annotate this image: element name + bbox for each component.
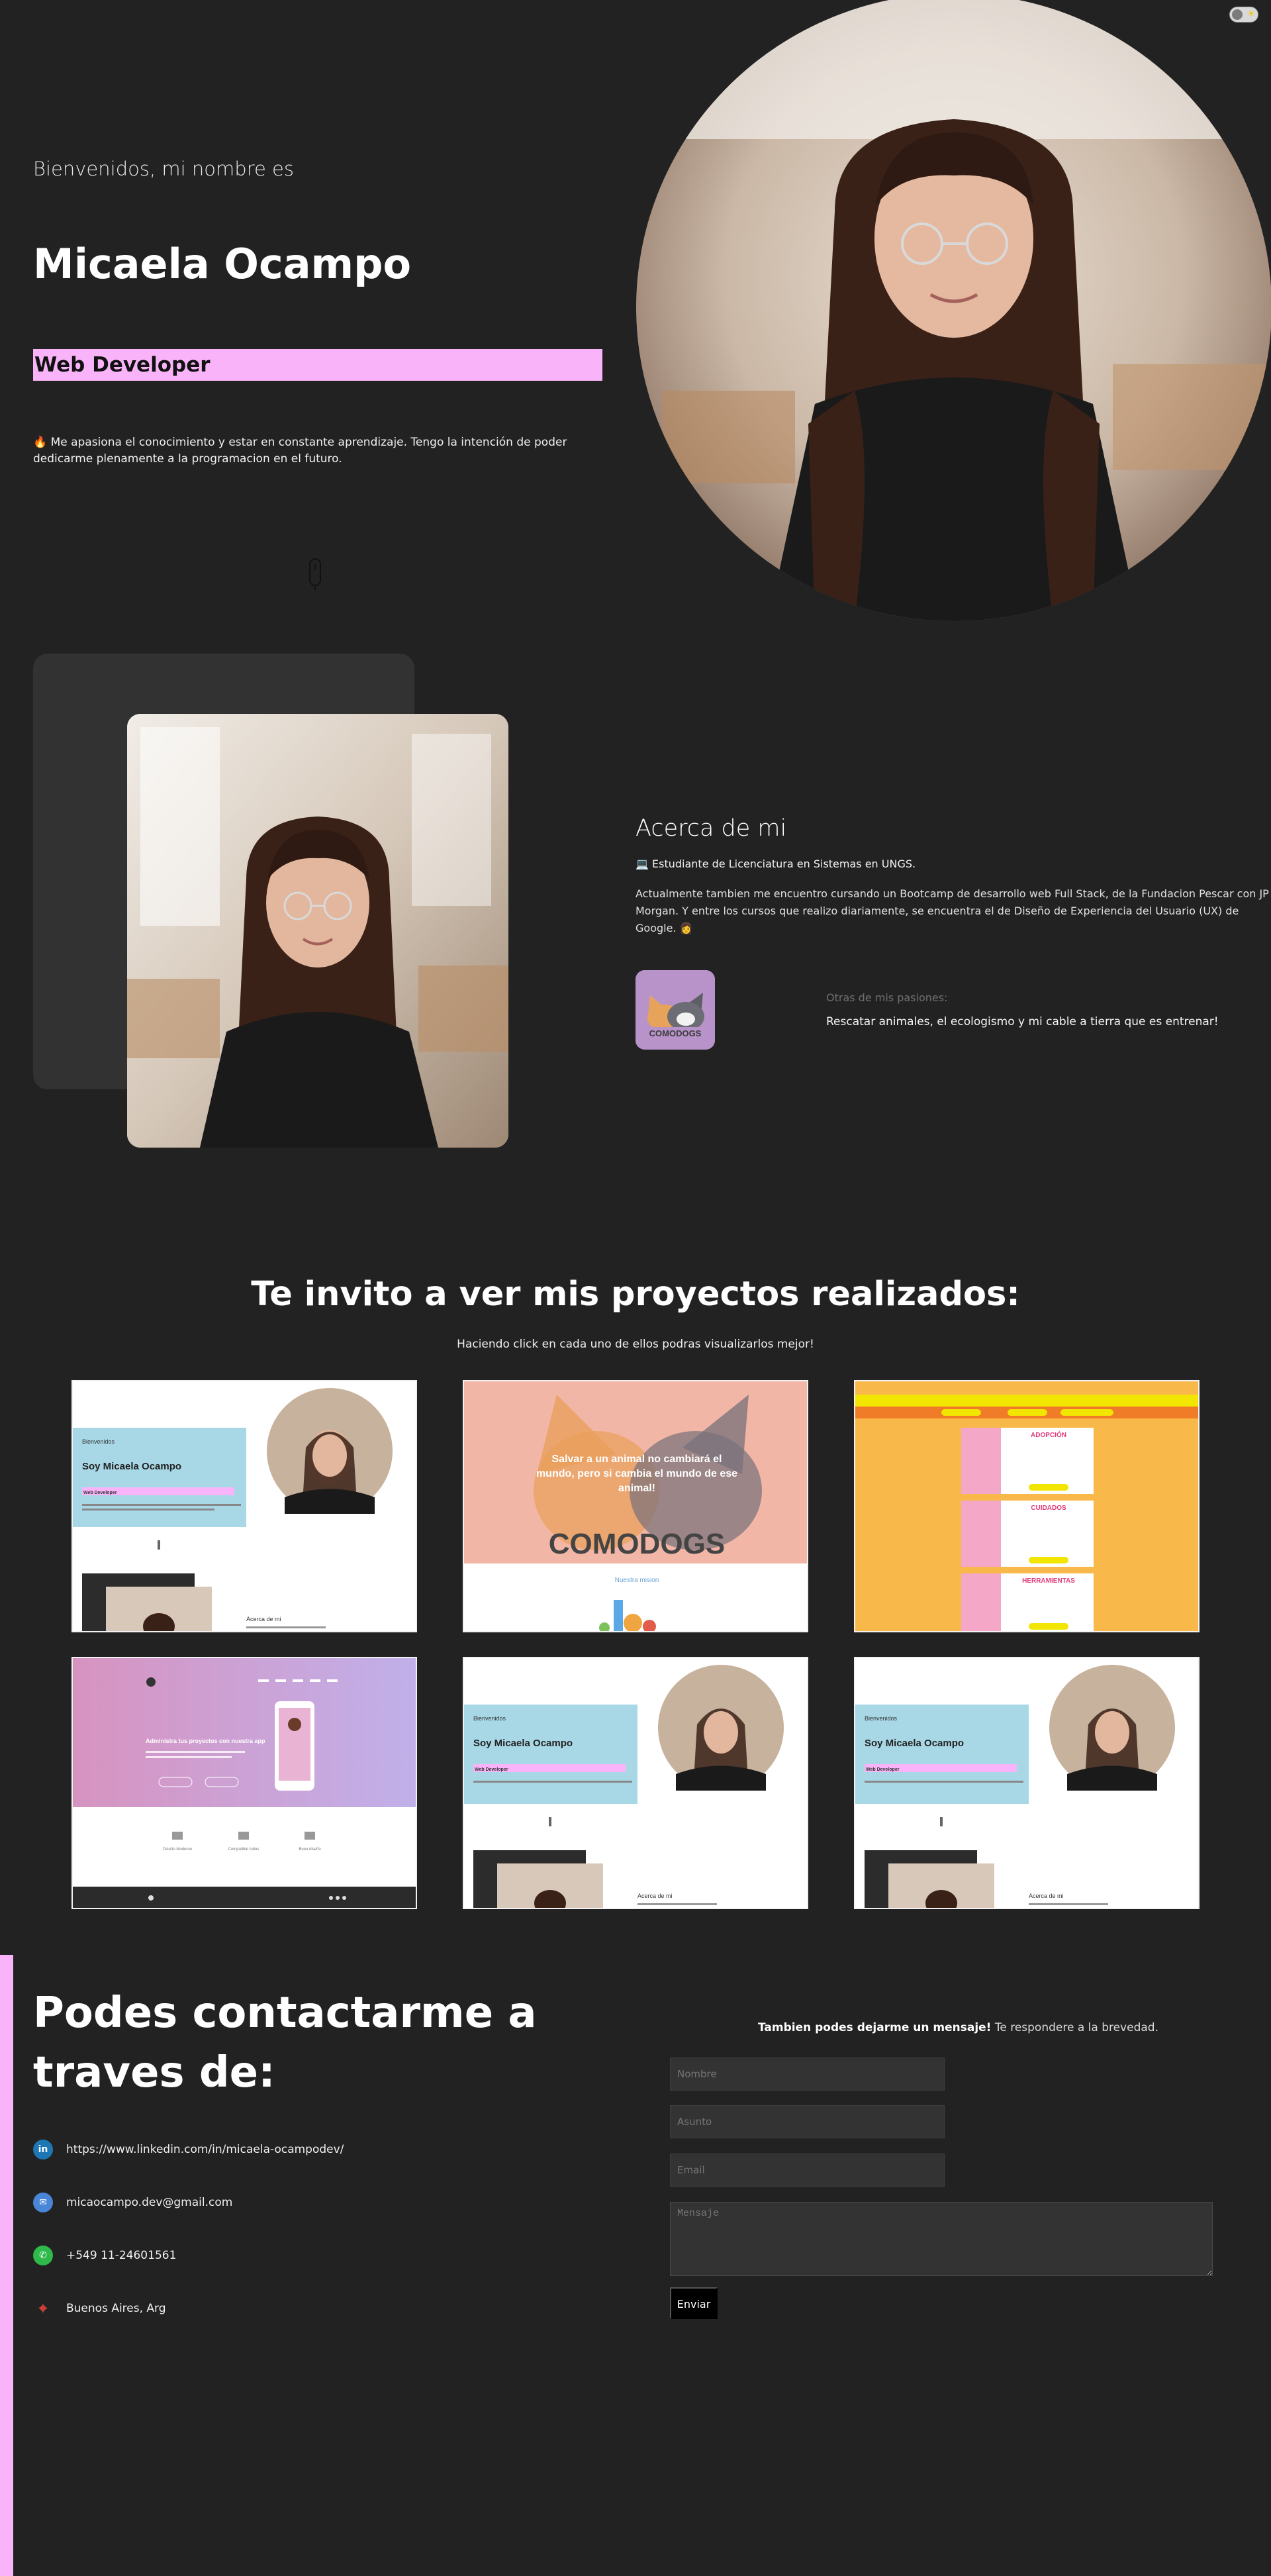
project-card-adoption[interactable]: ADOPCIÓN CUIDADOS HERRAMIENTAS (854, 1380, 1200, 1632)
email-input[interactable] (670, 2154, 945, 2187)
comodogs-logo: COMODOGS (636, 970, 715, 1050)
svg-text:Nuestra mision: Nuestra mision (615, 1577, 659, 1584)
form-note-bold: Tambien podes dejarme un mensaje! (758, 2021, 992, 2034)
scroll-mouse-icon[interactable] (308, 558, 322, 591)
svg-text:Salvar a un animal no cambiará: Salvar a un animal no cambiará el (552, 1454, 722, 1465)
svg-text:Soy Micaela Ocampo: Soy Micaela Ocampo (82, 1461, 181, 1472)
contact-linkedin-text: https://www.linkedin.com/in/micaela-ocam… (66, 2143, 344, 2156)
sun-icon: ☀ (1247, 9, 1255, 19)
contact-location-text: Buenos Aires, Arg (66, 2302, 166, 2315)
svg-text:HERRAMIENTAS: HERRAMIENTAS (1022, 1577, 1075, 1585)
projects-title: Te invito a ver mis proyectos realizados… (251, 1275, 1020, 1314)
project-card-app[interactable]: Administra tus proyectos con nuestra app… (71, 1657, 417, 1909)
message-textarea[interactable] (670, 2202, 1213, 2276)
project-card-portfolio-1[interactable]: Bienvenidos Soy Micaela Ocampo Web Devel… (71, 1380, 417, 1632)
svg-text:Bienvenidos: Bienvenidos (473, 1715, 506, 1722)
svg-text:Acerca de mi: Acerca de mi (246, 1616, 281, 1622)
toggle-knob (1232, 9, 1243, 20)
contact-whatsapp-text: +549 11-24601561 (66, 2249, 177, 2262)
about-title: Acerca de mi (636, 815, 787, 842)
passions-text: Rescatar animales, el ecologismo y mi ca… (826, 1015, 1219, 1028)
svg-text:Acerca de mi: Acerca de mi (637, 1893, 673, 1899)
svg-text:Web Developer: Web Developer (866, 1767, 900, 1772)
hero-profile-photo (636, 0, 1271, 621)
svg-text:animal!: animal! (618, 1483, 655, 1494)
svg-text:Web Developer: Web Developer (475, 1767, 508, 1772)
whatsapp-icon: ✆ (33, 2246, 53, 2265)
contact-email[interactable]: ✉ micaocampo.dev@gmail.com (33, 2193, 232, 2212)
project-card-portfolio-2[interactable]: Bienvenidos Soy Micaela Ocampo Web Devel… (463, 1657, 808, 1909)
contact-whatsapp[interactable]: ✆ +549 11-24601561 (33, 2246, 176, 2265)
subject-input[interactable] (670, 2105, 945, 2138)
about-education: 💻 Estudiante de Licenciatura en Sistemas… (636, 858, 916, 870)
svg-text:Administra tus proyectos con n: Administra tus proyectos con nuestra app (146, 1738, 265, 1744)
hero-greeting: Bienvenidos, mi nombre es (33, 158, 295, 180)
theme-toggle[interactable]: ☀ (1229, 7, 1258, 23)
hero-role-banner: Web Developer (33, 349, 602, 381)
svg-text:mundo, pero si cambia el mundo: mundo, pero si cambia el mundo de ese (536, 1468, 737, 1479)
svg-text:Acerca de mi: Acerca de mi (1029, 1893, 1064, 1899)
svg-text:COMODOGS: COMODOGS (549, 1528, 725, 1560)
project-card-portfolio-3[interactable]: Bienvenidos Soy Micaela Ocampo Web Devel… (854, 1657, 1200, 1909)
svg-text:Compatible todos: Compatible todos (228, 1848, 259, 1852)
comodogs-logo-text: COMODOGS (649, 1028, 702, 1038)
svg-text:ADOPCIÓN: ADOPCIÓN (1031, 1430, 1066, 1439)
contact-title: Podes contactarme a traves de: (33, 1989, 537, 2097)
project-card-comodogs[interactable]: Salvar a un animal no cambiará el mundo,… (463, 1380, 808, 1632)
svg-text:Web Developer: Web Developer (83, 1491, 117, 1495)
contact-accent-bar (0, 1955, 13, 2576)
svg-text:Bienvenidos: Bienvenidos (82, 1438, 115, 1445)
contact-linkedin[interactable]: in https://www.linkedin.com/in/micaela-o… (33, 2140, 344, 2159)
svg-text:CUIDADOS: CUIDADOS (1031, 1505, 1066, 1512)
about-profile-photo (127, 714, 508, 1148)
contact-email-text: micaocampo.dev@gmail.com (66, 2196, 233, 2209)
email-icon: ✉ (33, 2193, 53, 2212)
linkedin-icon: in (33, 2140, 53, 2159)
send-button[interactable]: Enviar (670, 2287, 718, 2319)
name-input[interactable] (670, 2057, 945, 2091)
svg-text:Buen diseño: Buen diseño (299, 1848, 321, 1852)
hero-bio: 🔥 Me apasiona el conocimiento y estar en… (33, 436, 567, 466)
svg-text:Bienvenidos: Bienvenidos (865, 1715, 898, 1722)
svg-text:Soy Micaela Ocampo: Soy Micaela Ocampo (473, 1738, 573, 1749)
contact-location: ⌖ Buenos Aires, Arg (33, 2299, 166, 2318)
about-description: Actualmente tambien me encuentro cursand… (636, 887, 1269, 934)
svg-text:Soy Micaela Ocampo: Soy Micaela Ocampo (865, 1738, 964, 1749)
projects-subtitle: Haciendo click en cada uno de ellos podr… (457, 1338, 814, 1351)
hero-name: Micaela Ocampo (33, 240, 412, 288)
form-note: Tambien podes dejarme un mensaje! Te res… (758, 2021, 1158, 2034)
location-icon: ⌖ (38, 2300, 48, 2317)
form-note-rest: Te respondere a la brevedad. (991, 2021, 1158, 2034)
svg-text:Diseño Moderno: Diseño Moderno (163, 1848, 193, 1852)
passions-label: Otras de mis pasiones: (826, 991, 948, 1004)
